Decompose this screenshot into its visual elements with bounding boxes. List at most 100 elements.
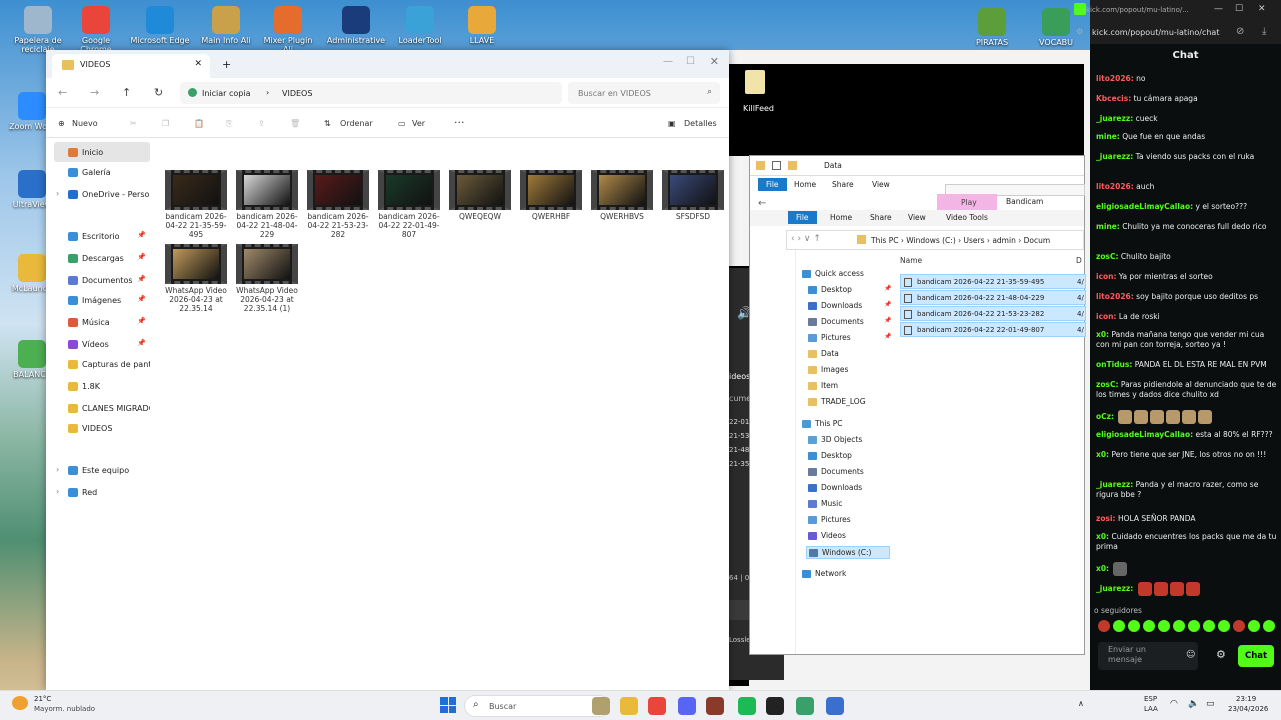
file-explorer-window[interactable]: VIDEOS ✕ + — ☐ ✕ ← → ↑ ↻ Iniciar copia ›… bbox=[46, 50, 729, 690]
taskbar-app-icon[interactable] bbox=[738, 697, 756, 715]
tree-item[interactable]: Downloads bbox=[806, 482, 864, 493]
close-button[interactable]: ✕ bbox=[1258, 4, 1266, 14]
breadcrumb-bar[interactable]: ‹ › ∨ ↑ This PC › Windows (C:) › Users ›… bbox=[786, 230, 1084, 250]
file-item[interactable]: bandicam 2026-04-22 21-35-59-495 bbox=[164, 170, 228, 239]
ribbon-tab[interactable]: Share bbox=[832, 180, 854, 189]
refresh-icon[interactable]: ↻ bbox=[154, 86, 163, 99]
desktop-icon[interactable]: Microsoft Edge bbox=[130, 6, 190, 45]
up-arrow-icon[interactable]: ↑ bbox=[122, 86, 131, 99]
taskbar-app-icon[interactable] bbox=[678, 697, 696, 715]
tab-videos-folder[interactable]: VIDEOS ✕ bbox=[52, 54, 210, 78]
path-label[interactable]: VIDEOS bbox=[282, 89, 312, 98]
taskbar-app-icon[interactable] bbox=[706, 697, 724, 715]
maximize-button[interactable]: ☐ bbox=[686, 56, 695, 67]
sidebar-item[interactable]: Red › bbox=[54, 482, 150, 502]
chat-username[interactable]: x0: bbox=[1096, 532, 1109, 541]
file-item[interactable]: bandicam 2026-04-22 21-53-23-282 bbox=[306, 170, 370, 239]
weather-icon[interactable] bbox=[12, 696, 28, 710]
file-row[interactable]: bandicam 2026-04-22 21-35-59-495 4/ bbox=[900, 274, 1086, 289]
sidebar-item[interactable]: Vídeos 📌 bbox=[54, 334, 150, 354]
battery-icon[interactable]: ▭ bbox=[1206, 699, 1215, 709]
minimize-button[interactable]: — bbox=[663, 56, 673, 67]
chat-username[interactable]: _juarezz: bbox=[1096, 480, 1133, 489]
tree-item[interactable]: Pictures 📌 bbox=[806, 332, 891, 343]
emote-bar[interactable] bbox=[1098, 620, 1275, 636]
desktop-icon[interactable]: PIRATAS bbox=[962, 8, 1022, 47]
desktop-icon[interactable]: Administrative bbox=[326, 6, 386, 45]
expand-chevron-icon[interactable]: › bbox=[56, 465, 59, 474]
tree-item[interactable]: Pictures bbox=[806, 514, 853, 525]
chat-input[interactable]: Enviar un mensaje ☺ bbox=[1098, 642, 1198, 670]
ribbon2-tab[interactable]: File bbox=[788, 211, 817, 224]
desktop-icon[interactable]: LLAVE bbox=[452, 6, 512, 45]
chat-username[interactable]: x0: bbox=[1096, 330, 1109, 339]
new-tab-button[interactable]: + bbox=[222, 58, 231, 71]
file-item[interactable]: QWERHBVS bbox=[590, 170, 654, 221]
emote-icon[interactable] bbox=[1203, 620, 1215, 632]
chat-browser-window[interactable]: kick.com/popout/mu-latino/... — ☐ ✕ ⚙ ki… bbox=[1074, 0, 1281, 690]
tree-item[interactable]: Videos bbox=[806, 530, 848, 541]
tree-item[interactable]: This PC bbox=[800, 418, 844, 429]
back-arrow-icon[interactable]: ← bbox=[758, 198, 766, 209]
expand-chevron-icon[interactable]: › bbox=[56, 189, 59, 198]
copy-icon[interactable]: ❐ bbox=[162, 119, 169, 128]
desktop-icon[interactable]: Papelera de reciclaje bbox=[8, 6, 68, 54]
sidebar-item[interactable]: Música 📌 bbox=[54, 312, 150, 332]
emote-icon[interactable] bbox=[1263, 620, 1275, 632]
chat-username[interactable]: eligiosadeLimayCallao: bbox=[1096, 202, 1193, 211]
emote-icon[interactable] bbox=[1158, 620, 1170, 632]
close-window-button[interactable]: ✕ bbox=[710, 55, 719, 68]
chat-username[interactable]: oCz: bbox=[1096, 412, 1114, 421]
chat-username[interactable]: lito2026: bbox=[1096, 74, 1134, 83]
cut-icon[interactable]: ✂ bbox=[130, 119, 137, 128]
file-item[interactable]: QWERHBF bbox=[519, 170, 583, 221]
chat-username[interactable]: eligiosadeLimayCallao: bbox=[1096, 430, 1193, 439]
chat-username[interactable]: x0: bbox=[1096, 564, 1109, 573]
sidebar-item[interactable]: Capturas de pantal bbox=[54, 354, 150, 374]
emote-icon[interactable] bbox=[1143, 620, 1155, 632]
language-bottom[interactable]: LAA bbox=[1144, 705, 1158, 713]
eye-off-icon[interactable]: ⊘ bbox=[1236, 26, 1244, 37]
sidebar-item[interactable]: CLANES MIGRADO bbox=[54, 398, 150, 418]
chat-username[interactable]: zosC: bbox=[1096, 380, 1119, 389]
chat-username[interactable]: lito2026: bbox=[1096, 182, 1134, 191]
classic-explorer-window[interactable]: Data File Home Share View Play Bandicam ← F… bbox=[749, 155, 1086, 655]
paste-icon[interactable]: 📋 bbox=[194, 119, 204, 128]
file-item[interactable]: SFSDFSD bbox=[661, 170, 725, 221]
delete-icon[interactable]: 🗑 bbox=[290, 119, 300, 128]
emote-icon[interactable] bbox=[1128, 620, 1140, 632]
share-icon[interactable]: ⇪ bbox=[258, 119, 265, 128]
tree-item[interactable]: 3D Objects bbox=[806, 434, 864, 445]
tree-item[interactable]: Data bbox=[806, 348, 841, 359]
file-item[interactable]: bandicam 2026-04-22 21-48-04-229 bbox=[235, 170, 299, 239]
taskbar-app-icon[interactable] bbox=[620, 697, 638, 715]
home-label[interactable]: Iniciar copia bbox=[202, 89, 251, 98]
sidebar-item[interactable]: Este equipo › bbox=[54, 460, 150, 480]
breadcrumb-item[interactable]: Docum bbox=[1024, 236, 1051, 245]
view-button[interactable]: Ver bbox=[412, 119, 425, 128]
file-row[interactable]: bandicam 2026-04-22 22-01-49-807 4/ bbox=[900, 322, 1086, 337]
minimize-button[interactable]: — bbox=[1214, 4, 1223, 14]
emote-icon[interactable] bbox=[1098, 620, 1110, 632]
emote-icon[interactable] bbox=[1188, 620, 1200, 632]
weather-desc[interactable]: Mayorm. nublado bbox=[34, 705, 95, 713]
chat-username[interactable]: _juarezz: bbox=[1096, 114, 1133, 123]
clock-time[interactable]: 23:19 bbox=[1236, 695, 1256, 703]
site-info-icon[interactable]: ⚙ bbox=[1076, 27, 1083, 36]
download-icon[interactable]: ⤓ bbox=[1262, 26, 1266, 37]
new-button[interactable]: Nuevo bbox=[72, 119, 98, 128]
ribbon-tab[interactable]: View bbox=[872, 180, 890, 189]
tab-videos[interactable]: ideos bbox=[729, 372, 750, 381]
desktop-icon[interactable]: Mixer Plugin Ali bbox=[258, 6, 318, 54]
file-row[interactable]: bandicam 2026-04-22 21-53-23-282 4/ bbox=[900, 306, 1086, 321]
address-bar[interactable]: Iniciar copia › VIDEOS bbox=[180, 82, 562, 104]
file-item[interactable]: WhatsApp Video 2026-04-23 at 22.35.14 (1… bbox=[235, 244, 299, 313]
back-arrow-icon[interactable]: ← bbox=[58, 86, 67, 99]
sort-button[interactable]: Ordenar bbox=[340, 119, 373, 128]
column-name[interactable]: Name bbox=[900, 256, 922, 265]
desktop-icon[interactable]: Google Chrome bbox=[66, 6, 126, 54]
chat-username[interactable]: _juarezz: bbox=[1096, 584, 1133, 593]
breadcrumb-item[interactable]: admin bbox=[992, 236, 1016, 245]
nav-arrows-icon[interactable]: ‹ › ∨ ↑ bbox=[791, 234, 821, 244]
tree-item[interactable]: Network bbox=[800, 568, 848, 579]
